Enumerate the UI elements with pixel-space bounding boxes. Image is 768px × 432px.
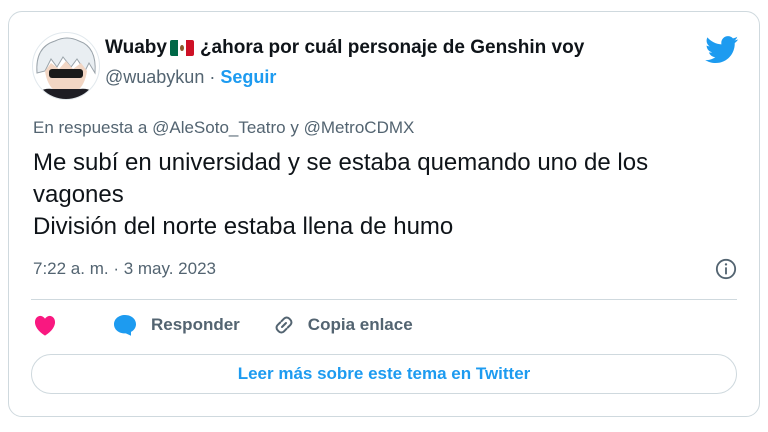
reply-label: Responder <box>151 315 240 334</box>
reply-prefix: En respuesta a <box>33 118 148 137</box>
tweet-text: Me subí en universidad y se estaba quema… <box>33 147 743 243</box>
tweet-card: Wuaby ¿ahora por cuál personaje de Gensh… <box>8 11 760 417</box>
twitter-bird-icon[interactable] <box>705 36 739 64</box>
info-icon[interactable] <box>715 258 737 280</box>
mexico-flag-icon <box>169 40 194 56</box>
reply-conjunction: y <box>290 118 299 137</box>
reply-button[interactable]: Responder <box>113 314 240 336</box>
heart-icon <box>34 315 56 336</box>
copy-link-label: Copia enlace <box>307 315 413 334</box>
separator: · <box>204 67 221 87</box>
tweet-text-line: División del norte estaba llena de humo <box>33 213 454 240</box>
action-bar: Responder Copia enlace <box>33 312 413 338</box>
link-icon <box>275 316 293 334</box>
copy-link-button[interactable]: Copia enlace <box>272 313 413 337</box>
follow-button[interactable]: Seguir <box>220 67 276 87</box>
speech-bubble-icon <box>114 315 136 336</box>
reply-context: En respuesta a @AleSoto_Teatro y @MetroC… <box>33 118 414 138</box>
avatar[interactable] <box>32 32 100 100</box>
author-name-suffix: ¿ahora por cuál personaje de Genshin voy <box>199 37 585 58</box>
tweet-text-line: Me subí en universidad y se estaba quema… <box>33 149 649 176</box>
handle-row: @wuabykun · Seguir <box>105 67 276 88</box>
tweet-text-line: vagones <box>33 181 124 208</box>
like-button[interactable] <box>33 314 57 336</box>
reply-mention-alesoto[interactable]: @AleSoto_Teatro <box>152 118 286 137</box>
divider <box>31 299 737 300</box>
author-name[interactable]: Wuaby <box>105 37 167 59</box>
tweet-timestamp[interactable]: 7:22 a. m. · 3 may. 2023 <box>33 259 216 279</box>
read-more-button[interactable]: Leer más sobre este tema en Twitter <box>31 354 737 394</box>
author-row: Wuaby ¿ahora por cuál personaje de Gensh… <box>105 37 584 59</box>
author-handle[interactable]: @wuabykun <box>105 67 204 87</box>
reply-mention-metrocdmx[interactable]: @MetroCDMX <box>304 118 415 137</box>
